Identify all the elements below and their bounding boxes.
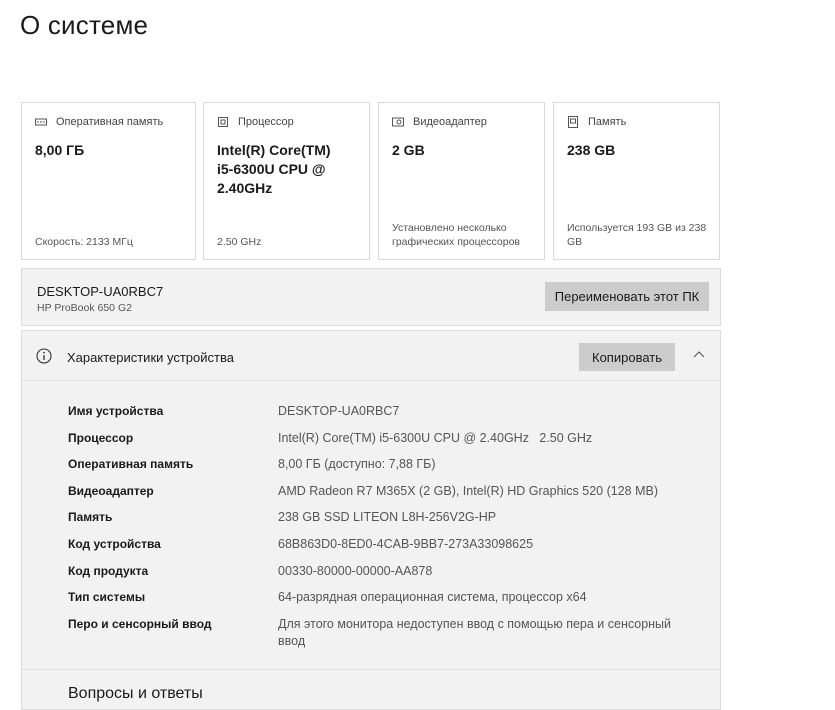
spec-value: AMD Radeon R7 M365X (2 GB), Intel(R) HD …	[278, 483, 658, 498]
spec-rows: Имя устройства DESKTOP-UA0RBC7 Процессор…	[68, 403, 708, 659]
card-value: 238 GB	[567, 142, 616, 158]
device-specs-section: Характеристики устройства Копировать Имя…	[21, 330, 721, 710]
card-cpu: Процессор Intel(R) Core(TM) i5-6300U CPU…	[203, 102, 370, 260]
spec-key: Видеоадаптер	[68, 483, 154, 498]
pc-model: HP ProBook 650 G2	[37, 302, 132, 314]
card-footnote: Скорость: 2133 МГц	[35, 236, 133, 248]
spec-row: Процессор Intel(R) Core(TM) i5-6300U CPU…	[68, 430, 708, 447]
spec-value: Для этого монитора недоступен ввод с пом…	[278, 616, 672, 648]
device-specs-title: Характеристики устройства	[67, 350, 234, 365]
chevron-up-icon[interactable]	[692, 348, 706, 362]
card-value: 2 GB	[392, 142, 425, 158]
spec-key: Код продукта	[68, 563, 149, 578]
spec-key: Процессор	[68, 430, 134, 445]
section-divider	[22, 669, 720, 670]
spec-value: DESKTOP-UA0RBC7	[278, 404, 400, 418]
pc-name: DESKTOP-UA0RBC7	[37, 284, 164, 299]
spec-row: Имя устройства DESKTOP-UA0RBC7	[68, 403, 708, 420]
cpu-icon	[218, 117, 228, 127]
spec-key: Перо и сенсорный ввод	[68, 616, 212, 631]
rename-pc-button[interactable]: Переименовать этот ПК	[545, 282, 709, 311]
spec-value: 238 GB SSD LITEON L8H-256V2G-HP	[278, 510, 497, 525]
card-gpu: Видеоадаптер 2 GB Установлено несколько …	[378, 102, 545, 260]
card-footnote: Используется 193 GB из 238 GB	[567, 222, 707, 248]
spec-value: 68B863D0-8ED0-4CAB-9BB7-273A33098625	[278, 536, 534, 551]
faq-title[interactable]: Вопросы и ответы	[68, 685, 203, 703]
spec-row: Код продукта 00330-80000-00000-AA878	[68, 563, 708, 580]
spec-key: Имя устройства	[68, 404, 164, 418]
spec-value: 64-разрядная операционная система, проце…	[278, 590, 587, 605]
spec-key: Оперативная память	[68, 457, 194, 472]
spec-key: Память	[68, 510, 113, 525]
storage-icon	[568, 116, 578, 128]
spec-key: Код устройства	[68, 536, 161, 551]
spec-value: Intel(R) Core(TM) i5-6300U CPU @ 2.40GHz…	[278, 430, 593, 445]
spec-row: Код устройства 68B863D0-8ED0-4CAB-9BB7-2…	[68, 536, 708, 553]
summary-cards: Оперативная память 8,00 ГБ Скорость: 213…	[21, 102, 721, 262]
copy-button[interactable]: Копировать	[579, 343, 675, 371]
ram-icon	[35, 118, 47, 126]
spec-row: Видеоадаптер AMD Radeon R7 M365X (2 GB),…	[68, 483, 708, 500]
page-title: О системе	[20, 10, 149, 40]
card-value: Intel(R) Core(TM) i5-6300U CPU @ 2.40GHz	[217, 142, 331, 196]
card-value: 8,00 ГБ	[35, 142, 85, 158]
spec-row: Память 238 GB SSD LITEON L8H-256V2G-HP	[68, 509, 708, 526]
device-specs-header[interactable]: Характеристики устройства Копировать	[22, 331, 720, 381]
card-label: Процессор	[238, 116, 294, 128]
spec-row: Оперативная память 8,00 ГБ (доступно: 7,…	[68, 456, 708, 473]
card-footnote: Установлено несколько графических процес…	[392, 222, 521, 248]
info-icon	[36, 348, 52, 364]
pc-name-bar: DESKTOP-UA0RBC7 HP ProBook 650 G2 Переим…	[21, 268, 721, 326]
spec-value: 00330-80000-00000-AA878	[278, 563, 433, 578]
card-ram: Оперативная память 8,00 ГБ Скорость: 213…	[21, 102, 196, 260]
card-label: Видеоадаптер	[413, 116, 487, 128]
card-storage: Память 238 GB Используется 193 GB из 238…	[553, 102, 720, 260]
spec-row: Тип системы 64-разрядная операционная си…	[68, 589, 708, 606]
card-footnote: 2.50 GHz	[217, 236, 262, 248]
spec-value: 8,00 ГБ (доступно: 7,88 ГБ)	[278, 457, 436, 472]
card-label: Память	[588, 116, 627, 128]
spec-row: Перо и сенсорный ввод Для этого монитора…	[68, 616, 708, 650]
gpu-icon	[392, 117, 404, 127]
spec-key: Тип системы	[68, 590, 146, 605]
card-label: Оперативная память	[56, 116, 164, 128]
